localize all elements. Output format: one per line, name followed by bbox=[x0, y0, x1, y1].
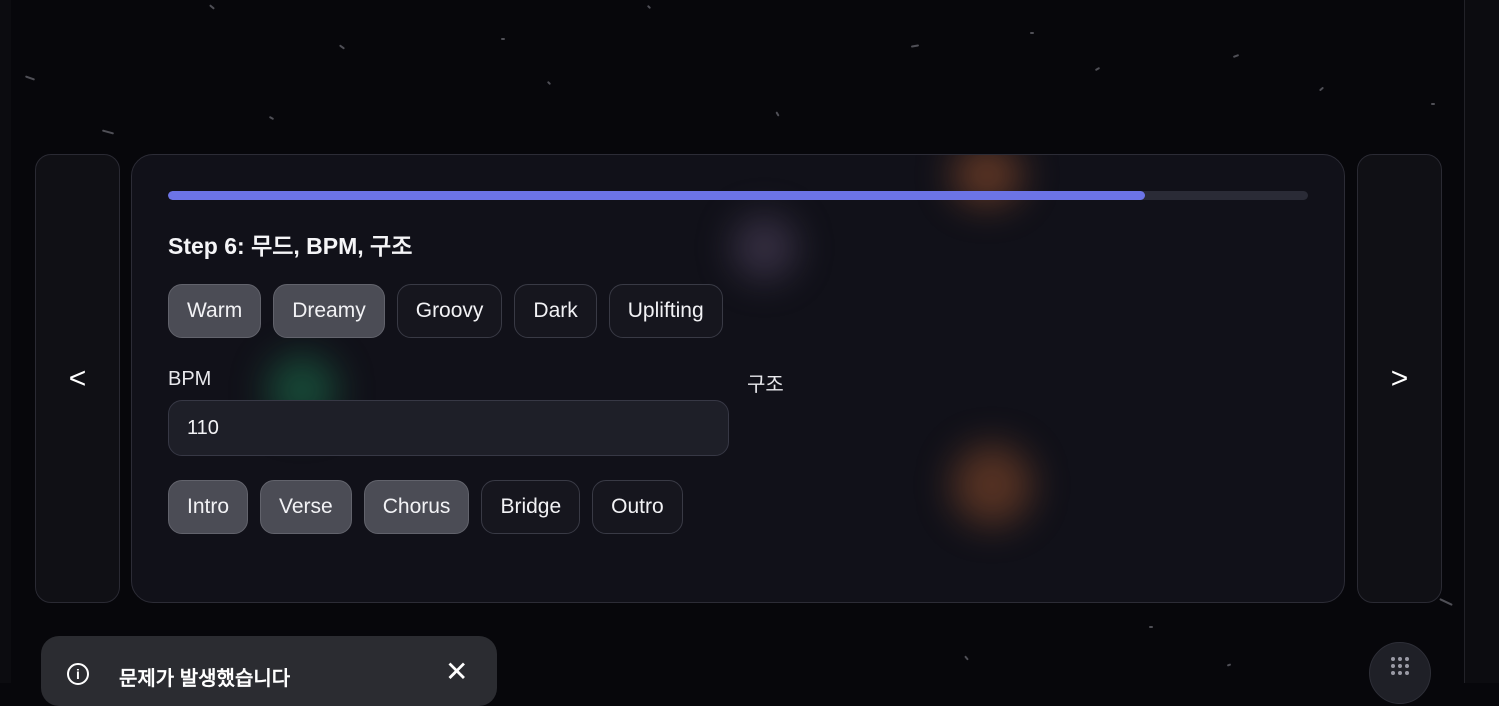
floating-menu-button[interactable] bbox=[1369, 642, 1431, 704]
right-window-edge bbox=[1464, 0, 1499, 683]
dust-speck bbox=[1431, 103, 1435, 105]
mood-chip-dreamy[interactable]: Dreamy bbox=[273, 284, 385, 338]
dust-speck bbox=[1226, 663, 1232, 667]
mood-chip-uplifting[interactable]: Uplifting bbox=[608, 284, 723, 338]
dust-speck bbox=[1149, 626, 1153, 628]
bpm-input[interactable] bbox=[168, 400, 729, 456]
info-icon: i bbox=[67, 663, 89, 685]
dust-speck bbox=[1439, 598, 1453, 606]
dust-speck bbox=[501, 38, 505, 40]
section-chip-chorus[interactable]: Chorus bbox=[363, 480, 470, 534]
dust-speck bbox=[338, 44, 346, 50]
mood-chip-dark[interactable]: Dark bbox=[514, 284, 597, 338]
structure-label: 구조 bbox=[747, 374, 784, 396]
grid-dots-icon bbox=[1391, 657, 1409, 675]
dust-speck bbox=[24, 75, 36, 81]
dust-speck bbox=[1094, 66, 1101, 72]
wizard-card: Step 6: 무드, BPM, 구조 Warm Dreamy Groovy D… bbox=[131, 154, 1345, 603]
progress-fill bbox=[168, 191, 1145, 200]
bpm-label: BPM bbox=[168, 368, 212, 390]
dust-speck bbox=[209, 4, 215, 10]
dust-speck bbox=[1232, 54, 1240, 58]
section-chip-intro[interactable]: Intro bbox=[168, 480, 249, 534]
dust-speck bbox=[101, 129, 115, 135]
dust-speck bbox=[910, 44, 920, 48]
dust-speck bbox=[546, 80, 552, 86]
section-chip-outro[interactable]: Outro bbox=[592, 480, 683, 534]
dust-speck bbox=[775, 111, 780, 117]
next-step-button[interactable]: > bbox=[1357, 154, 1442, 603]
toast-message: 문제가 발생했습니다 bbox=[119, 668, 291, 690]
dust-speck bbox=[964, 655, 969, 661]
dust-speck bbox=[1030, 32, 1034, 34]
section-chip-verse[interactable]: Verse bbox=[260, 480, 352, 534]
dust-speck bbox=[646, 4, 652, 10]
progress-bar bbox=[168, 191, 1308, 200]
structure-chip-group: Intro Verse Chorus Bridge Outro bbox=[168, 480, 683, 534]
section-chip-bridge[interactable]: Bridge bbox=[481, 480, 581, 534]
error-toast: i 문제가 발생했습니다 ✕ bbox=[41, 636, 497, 706]
glow-orb bbox=[952, 445, 1032, 525]
mood-chip-warm[interactable]: Warm bbox=[168, 284, 262, 338]
step-title: Step 6: 무드, BPM, 구조 bbox=[168, 233, 413, 259]
previous-step-button[interactable]: < bbox=[35, 154, 120, 603]
dust-speck bbox=[1318, 86, 1325, 92]
mood-chip-group: Warm Dreamy Groovy Dark Uplifting bbox=[168, 284, 723, 338]
close-icon[interactable]: ✕ bbox=[445, 658, 468, 686]
glow-orb bbox=[732, 215, 797, 280]
dust-speck bbox=[268, 115, 275, 121]
mood-chip-groovy[interactable]: Groovy bbox=[396, 284, 503, 338]
